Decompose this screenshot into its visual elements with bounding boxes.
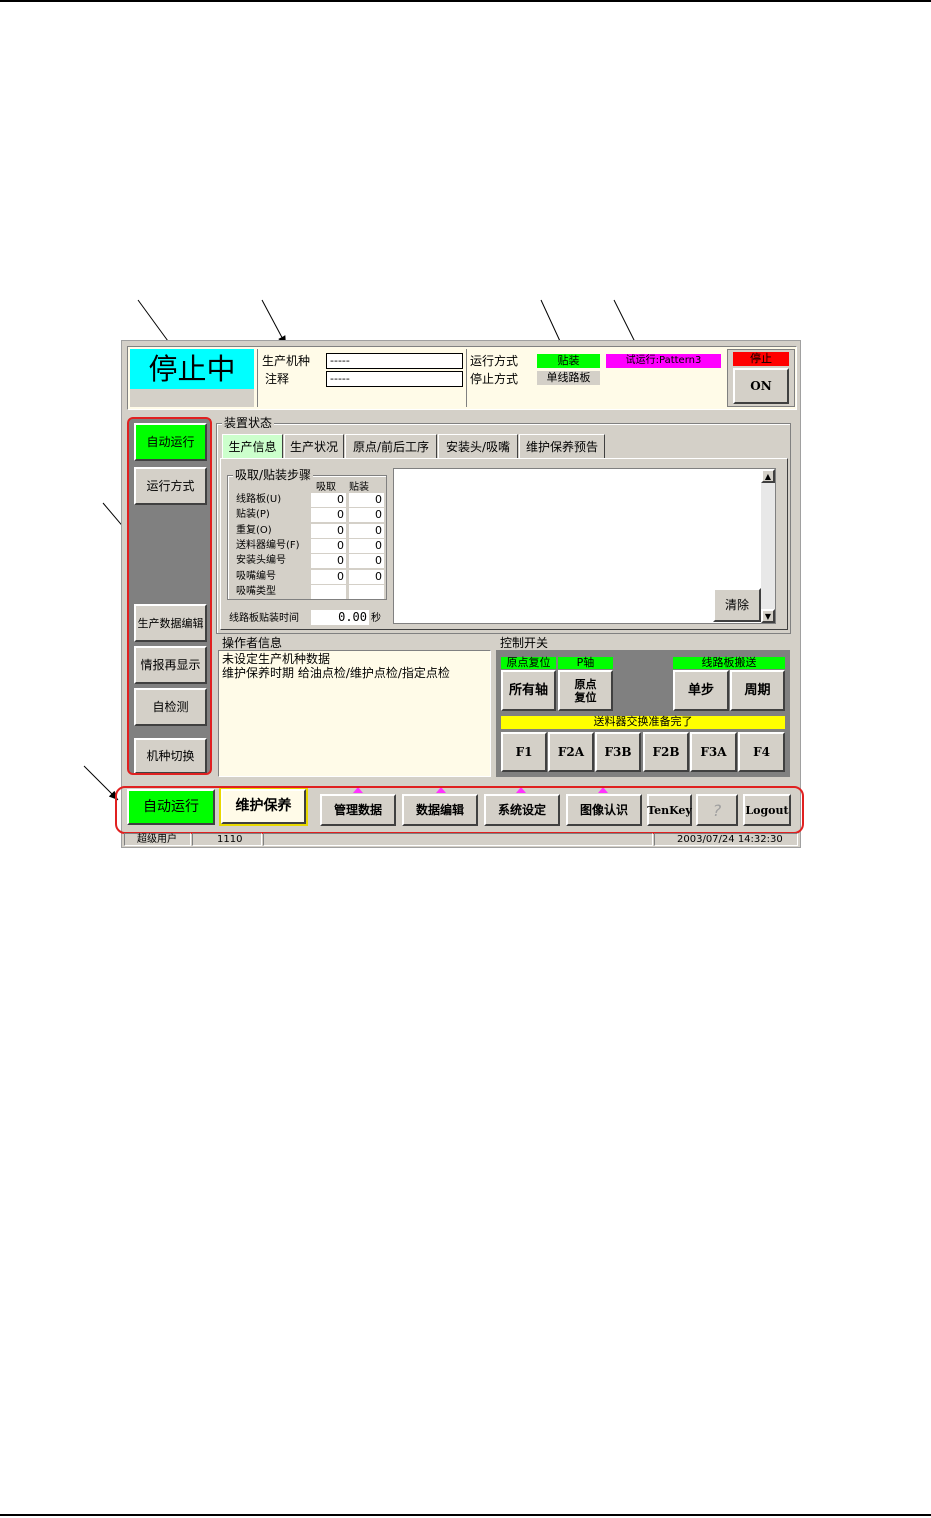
statusbar-user: 超级用户 (124, 833, 191, 846)
model-label: 生产机种 (262, 354, 311, 368)
clear-button[interactable]: 清除 (713, 588, 761, 622)
stop-mode-value: 单线路板 (537, 371, 600, 385)
tab-production-status[interactable]: 生产状况 (284, 434, 344, 458)
statusbar-datetime: 2003/07/24 14:32:30 (654, 833, 798, 846)
step-row-label: 吸嘴编号 (236, 570, 276, 582)
steps-title: 吸取/贴装步骤 (233, 468, 314, 482)
step-row-place: 0 (349, 523, 384, 538)
callout-arrow-bottom-bar (83, 765, 119, 801)
origin-reset-button[interactable]: 原点复位 (558, 670, 613, 711)
statusbar-blank (263, 833, 653, 846)
step-row-pick: 0 (311, 554, 346, 569)
step-row-label: 送料器编号(F) (236, 539, 300, 551)
f3b-button[interactable]: F3B (595, 732, 641, 772)
p-axis-label: P轴 (558, 657, 613, 669)
step-row-place: 0 (349, 493, 384, 507)
tab-head-nozzle[interactable]: 安装头/吸嘴 (438, 434, 518, 458)
divider (257, 349, 258, 407)
operator-info-line1: 未设定生产机种数据 (222, 652, 331, 666)
operator-info-title: 操作者信息 (220, 636, 285, 650)
stop-mode-label: 停止方式 (470, 372, 519, 386)
step-row-label: 吸嘴类型 (236, 585, 276, 597)
scroll-down-icon[interactable]: ▼ (761, 609, 775, 623)
f3a-button[interactable]: F3A (690, 732, 737, 772)
step-row-place: 0 (349, 538, 384, 553)
tab-maintenance-forecast[interactable]: 维护保养预告 (519, 434, 605, 458)
step-row-pick: 0 (311, 523, 346, 538)
step-row-place: 0 (349, 554, 384, 569)
f4-button[interactable]: F4 (738, 732, 785, 772)
control-title: 控制开关 (498, 636, 551, 650)
stop-header: 停止 (733, 352, 789, 366)
feeder-ready-banner: 送料器交换准备完了 (501, 716, 785, 729)
step-row-label: 安装头编号 (236, 555, 286, 567)
all-axes-button[interactable]: 所有轴 (501, 670, 556, 711)
step-row-label: 贴装(P) (236, 509, 270, 521)
board-time-unit: 秒 (371, 613, 381, 624)
divider (466, 349, 467, 407)
note-field[interactable]: ----- (326, 371, 463, 387)
board-time-label: 线路板贴装时间 (229, 613, 299, 624)
step-row-pick: 0 (311, 569, 346, 584)
f1-button[interactable]: F1 (501, 732, 547, 772)
step-row-place: 0 (349, 508, 384, 523)
step-row-pick (311, 584, 346, 599)
tab-origin-process[interactable]: 原点/前后工序 (345, 434, 437, 458)
callout-arrow-production (261, 299, 287, 346)
note-label: 注释 (265, 372, 290, 386)
model-field[interactable]: ----- (326, 353, 463, 369)
board-transport-label: 线路板搬送 (673, 657, 785, 669)
step-row-pick: 0 (311, 508, 346, 523)
step-row-place (349, 584, 384, 599)
operator-info-line2: 维护保养时期 给油点检/维护点检/指定点检 (222, 666, 450, 680)
f2b-button[interactable]: F2B (643, 732, 689, 772)
scrollbar[interactable] (761, 469, 775, 623)
step-row-label: 重复(O) (236, 524, 272, 536)
origin-reset-label: 原点复位 (501, 657, 556, 669)
step-button[interactable]: 单步 (673, 670, 729, 711)
step-row-pick: 0 (311, 493, 346, 507)
run-mode-label: 运行方式 (470, 354, 519, 368)
board-time-value: 0.00 (311, 610, 369, 625)
statusbar-code: 1110 (192, 833, 262, 846)
cycle-button[interactable]: 周期 (730, 670, 785, 711)
step-row-pick: 0 (311, 538, 346, 553)
step-row-label: 线路板(U) (236, 494, 282, 505)
left-menu-highlight (127, 417, 212, 775)
status-blank (130, 389, 254, 407)
trial-run-indicator: 试运行:Pattern3 (606, 354, 721, 368)
device-status-title: 装置状态 (222, 416, 275, 430)
machine-status: 停止中 (130, 349, 254, 389)
on-button[interactable]: ON (733, 368, 789, 404)
f2a-button[interactable]: F2A (548, 732, 594, 772)
run-mode-value: 贴装 (537, 354, 600, 368)
bottom-bar-highlight (115, 786, 804, 834)
scroll-up-icon[interactable]: ▲ (761, 469, 775, 483)
step-row-place: 0 (349, 569, 384, 584)
tab-production-info[interactable]: 生产信息 (222, 434, 283, 458)
